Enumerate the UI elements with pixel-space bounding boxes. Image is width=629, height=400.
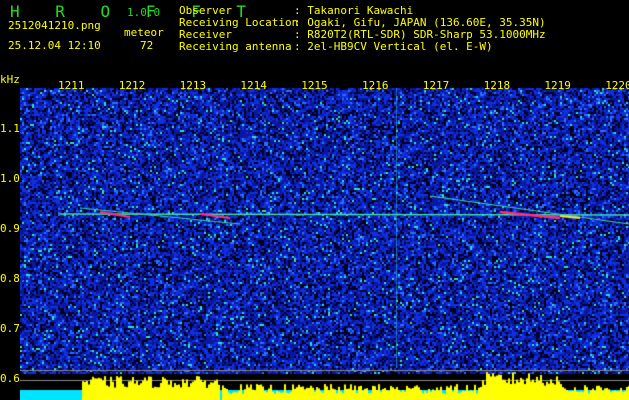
time-tick: 1216 <box>362 79 389 92</box>
time-tick: 1213 <box>179 79 207 92</box>
freq-tick: 0.7 <box>0 322 20 335</box>
time-tick: 1217 <box>422 79 450 92</box>
info-label: Receiving antenna <box>179 40 292 53</box>
meteor-count: 72 <box>140 39 154 52</box>
freq-tick: 0.8 <box>0 272 20 285</box>
time-tick: 1220 <box>605 79 629 92</box>
info-value: : 2el-HB9CV Vertical (el. E-W) <box>294 40 493 53</box>
spectrogram <box>20 84 629 400</box>
time-tick: 1211 <box>58 79 85 92</box>
file-datetime: 25.12.04 12:10 <box>8 39 101 52</box>
app-version: 1.0.0 <box>127 6 161 19</box>
freq-tick: 1.1 <box>0 122 20 135</box>
meteor-label: meteor <box>124 26 164 39</box>
unit-label: kHz <box>0 73 20 86</box>
time-tick: 1215 <box>301 79 328 92</box>
freq-tick: 1.0 <box>0 172 20 185</box>
time-tick: 1219 <box>544 79 571 92</box>
freq-tick: 0.6 <box>0 372 20 385</box>
time-tick: 1212 <box>118 79 146 92</box>
time-tick: 1218 <box>483 79 511 92</box>
file-name: 2512041210.png <box>8 19 101 32</box>
time-tick: 1214 <box>240 79 267 92</box>
freq-tick: 0.9 <box>0 222 20 235</box>
